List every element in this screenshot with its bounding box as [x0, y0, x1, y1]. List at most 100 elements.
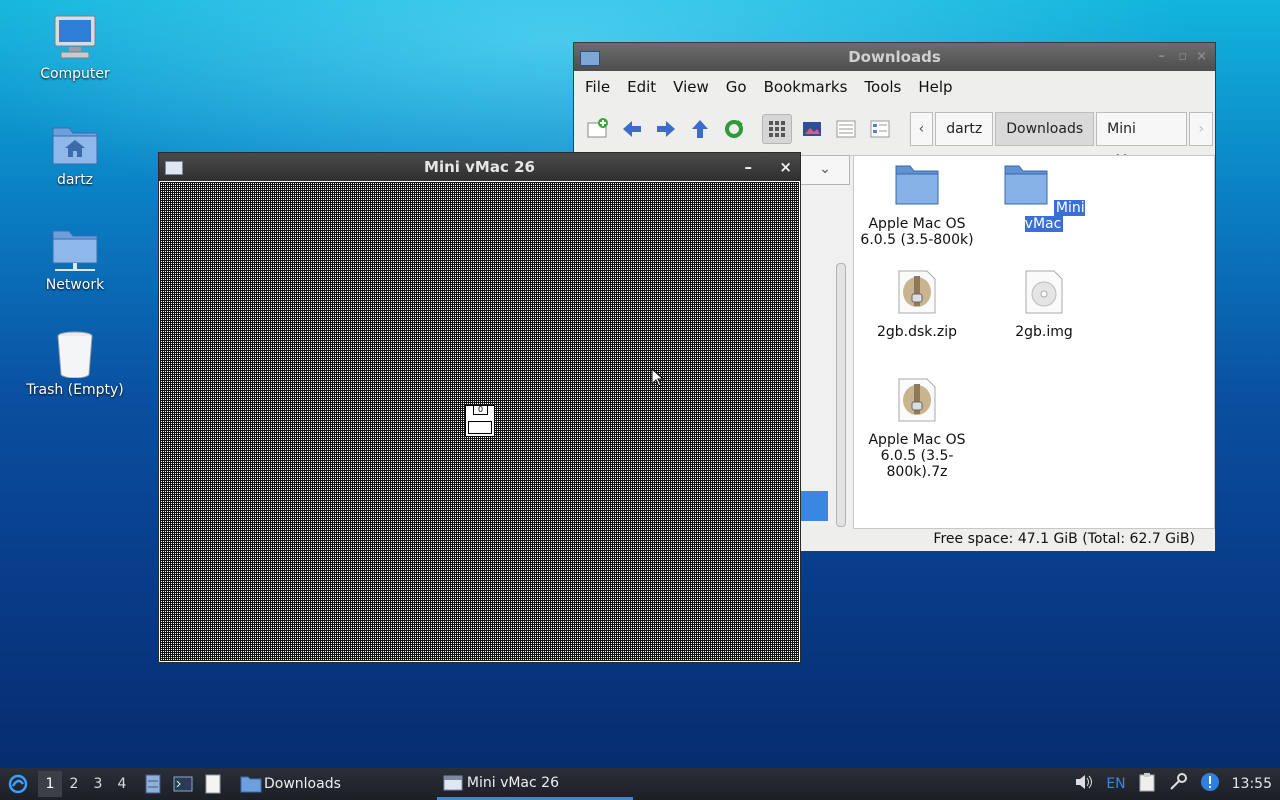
app-window-icon [165, 161, 183, 175]
minimize-button[interactable]: – [745, 153, 753, 181]
breadcrumb-item-downloads[interactable]: Downloads [995, 112, 1095, 146]
task-downloads[interactable]: Downloads [234, 768, 347, 800]
menu-tools[interactable]: Tools [864, 78, 901, 96]
folder-icon [240, 776, 262, 793]
side-pane-selected-item[interactable] [800, 491, 828, 521]
chevron-right-icon: › [1198, 121, 1205, 137]
file-item[interactable]: 2gb.img [984, 270, 1104, 340]
file-item-label: 2gb.dsk.zip [877, 324, 957, 340]
quicklaunch-file-manager[interactable] [142, 773, 164, 795]
desktop-icon-label: dartz [56, 172, 94, 188]
menu-help[interactable]: Help [918, 78, 952, 96]
mouse-cursor-icon [651, 368, 665, 387]
volume-icon[interactable] [1074, 773, 1094, 795]
minimize-icon[interactable]: – [1159, 43, 1166, 71]
notification-icon[interactable] [1200, 772, 1220, 796]
icon-view-icon [768, 121, 785, 137]
file-item[interactable]: Apple Mac OS 6.0.5 (3.5-800k).7z [857, 378, 977, 480]
floppy-label [468, 421, 492, 434]
desktop-icon-label: Network [45, 277, 105, 293]
chevron-down-icon: ⌄ [819, 161, 831, 177]
reload-icon [724, 120, 743, 138]
detailed-view-button[interactable] [866, 115, 894, 143]
menu-file[interactable]: File [585, 78, 610, 96]
window-title: Mini vMac 26 [424, 158, 535, 176]
compact-view-icon [836, 120, 856, 138]
menu-bar: File Edit View Go Bookmarks Tools Help [574, 71, 1215, 103]
close-icon[interactable]: × [1196, 43, 1207, 71]
document-icon [205, 774, 221, 794]
breadcrumb-item-dartz[interactable]: dartz [935, 112, 994, 146]
home-folder-icon [52, 127, 98, 165]
menu-view[interactable]: View [673, 78, 709, 96]
file-item[interactable]: 2gb.dsk.zip [857, 270, 977, 340]
clock[interactable]: 13:55 [1232, 776, 1272, 792]
reload-button[interactable] [720, 115, 748, 143]
icon-view-button[interactable] [761, 114, 792, 144]
close-button[interactable]: × [779, 153, 792, 181]
lxqt-logo-icon [8, 774, 28, 794]
desktop-icon-dartz[interactable]: dartz [20, 120, 130, 188]
desktop-icon-trash[interactable]: Trash (Empty) [20, 330, 130, 398]
clipboard-icon[interactable] [1138, 772, 1156, 796]
new-tab-icon [587, 118, 608, 138]
desktop-icon-network[interactable]: Network [20, 225, 130, 293]
folder-icon-view[interactable]: Apple Mac OS 6.0.5 (3.5-800k) Mini vMac … [853, 155, 1215, 529]
task-label: Downloads [264, 776, 341, 792]
system-tray: EN 13:55 [1062, 772, 1280, 796]
keyboard-layout-indicator[interactable]: EN [1106, 776, 1125, 792]
folder-icon [1004, 165, 1048, 205]
network-folder-icon [52, 230, 98, 271]
breadcrumb-item-mini-vmac[interactable]: Mini vMac [1096, 112, 1188, 169]
chevron-left-icon: ‹ [918, 121, 925, 137]
floppy-disk-icon: 0 [465, 405, 495, 437]
window-title: Downloads [848, 48, 941, 66]
workspace-1[interactable]: 1 [38, 771, 62, 797]
mini-vmac-titlebar[interactable]: Mini vMac 26 – × [159, 153, 800, 181]
thumbnail-view-icon [802, 122, 821, 136]
folder-window-icon [580, 51, 600, 66]
back-button[interactable] [618, 115, 646, 143]
workspace-3[interactable]: 3 [86, 776, 110, 792]
start-menu-button[interactable] [4, 770, 32, 798]
menu-go[interactable]: Go [726, 78, 747, 96]
workspace-2[interactable]: 2 [62, 776, 86, 792]
maximize-icon[interactable]: ▫ [1178, 43, 1187, 71]
forward-button[interactable] [652, 115, 680, 143]
computer-icon [54, 15, 96, 59]
file-manager-titlebar[interactable]: Downloads – ▫ × [574, 43, 1215, 71]
file-item[interactable]: Apple Mac OS 6.0.5 (3.5-800k) [857, 162, 977, 248]
disk-image-icon [1025, 270, 1063, 314]
compact-view-button[interactable] [832, 115, 860, 143]
breadcrumb-next-button[interactable]: › [1189, 112, 1214, 146]
back-arrow-icon [622, 121, 641, 137]
new-tab-button[interactable] [584, 115, 612, 143]
desktop-icon-label: Computer [40, 66, 110, 82]
up-arrow-icon [691, 120, 708, 138]
archive-icon [898, 378, 936, 422]
side-pane-mode-select[interactable]: ⌄ [800, 155, 850, 185]
folder-icon [895, 165, 939, 205]
forward-arrow-icon [656, 121, 675, 137]
up-button[interactable] [686, 115, 714, 143]
side-pane-scrollbar[interactable] [836, 263, 846, 527]
app-window-icon [443, 775, 463, 790]
detailed-view-icon [870, 120, 890, 138]
file-item-label: Apple Mac OS 6.0.5 (3.5-800k).7z [868, 432, 966, 480]
thumbnail-view-button[interactable] [798, 115, 826, 143]
task-mini-vmac[interactable]: Mini vMac 26 [436, 768, 633, 800]
file-cabinet-icon [145, 774, 161, 794]
quicklaunch-terminal[interactable] [172, 773, 194, 795]
taskbar: 1 2 3 4 Downloads Mini vMac 26 EN 13:55 [0, 768, 1280, 800]
file-item-label: 2gb.img [1015, 324, 1073, 340]
desktop-icon-label: Trash (Empty) [26, 382, 124, 398]
breadcrumb-prev-button[interactable]: ‹ [909, 112, 934, 146]
desktop-icon-computer[interactable]: Computer [20, 14, 130, 82]
workspace-4[interactable]: 4 [110, 776, 134, 792]
menu-bookmarks[interactable]: Bookmarks [764, 78, 848, 96]
quicklaunch-text-editor[interactable] [202, 773, 224, 795]
network-tools-icon[interactable] [1168, 772, 1188, 796]
menu-edit[interactable]: Edit [627, 78, 656, 96]
mini-vmac-window[interactable]: Mini vMac 26 – × 0 [158, 152, 801, 663]
file-item[interactable]: Mini vMac [984, 162, 1104, 232]
